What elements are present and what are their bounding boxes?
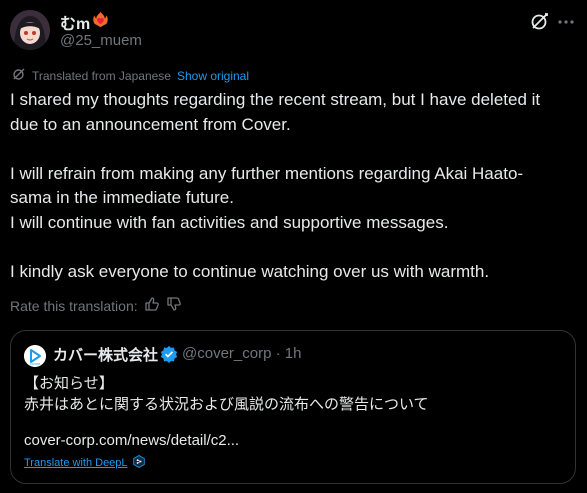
- avatar[interactable]: [10, 10, 50, 50]
- more-options-icon[interactable]: [556, 12, 576, 32]
- verified-badge-icon: [160, 345, 178, 363]
- quoted-display-name[interactable]: カバー株式会社: [53, 344, 158, 365]
- post-line: I will continue with fan activities and …: [10, 212, 449, 232]
- deepl-icon: [132, 455, 145, 471]
- post-line: I kindly ask everyone to continue watchi…: [10, 261, 490, 281]
- post-line: sama in the immediate future.: [10, 188, 234, 207]
- show-original-link[interactable]: Show original: [177, 69, 249, 83]
- post-body: I shared my thoughts regarding the recen…: [10, 88, 578, 284]
- quoted-text-line: 【お知らせ】: [24, 375, 114, 392]
- translated-from-label: Translated from Japanese: [32, 68, 171, 83]
- translation-notice: Translated from Japanese Show original: [12, 67, 249, 84]
- translate-icon: [12, 67, 26, 84]
- post-line: due to an announcement from Cover.: [10, 114, 291, 134]
- quoted-post[interactable]: COVER カバー株式会社 @cover_corp · 1h 【お知らせ】 赤井…: [10, 330, 576, 484]
- thumbs-up-icon[interactable]: [144, 296, 160, 315]
- grok-icon[interactable]: [530, 11, 550, 31]
- quoted-link[interactable]: cover-corp.com/news/detail/c2...: [24, 432, 239, 449]
- rate-translation-label: Rate this translation:: [10, 297, 138, 314]
- thumbs-down-icon[interactable]: [166, 296, 182, 315]
- rate-translation: Rate this translation:: [10, 296, 182, 315]
- quoted-avatar[interactable]: COVER: [24, 345, 46, 367]
- svg-text:COVER: COVER: [30, 362, 40, 366]
- author-handle[interactable]: @25_muem: [60, 32, 142, 49]
- post-line: I shared my thoughts regarding the recen…: [10, 90, 541, 109]
- fire-heart-icon: [92, 11, 109, 33]
- translate-with-deepl-link[interactable]: Translate with DeepL: [24, 455, 145, 471]
- post-line: I will refrain from making any further m…: [10, 163, 524, 183]
- quoted-text-line: 赤井はあとに関する状況および風説の流布への警告について: [24, 396, 429, 413]
- display-name[interactable]: むm: [60, 10, 109, 34]
- translate-with-deepl-label: Translate with DeepL: [24, 457, 128, 469]
- quoted-handle-time: @cover_corp · 1h: [182, 345, 302, 362]
- display-name-text: むm: [60, 16, 91, 33]
